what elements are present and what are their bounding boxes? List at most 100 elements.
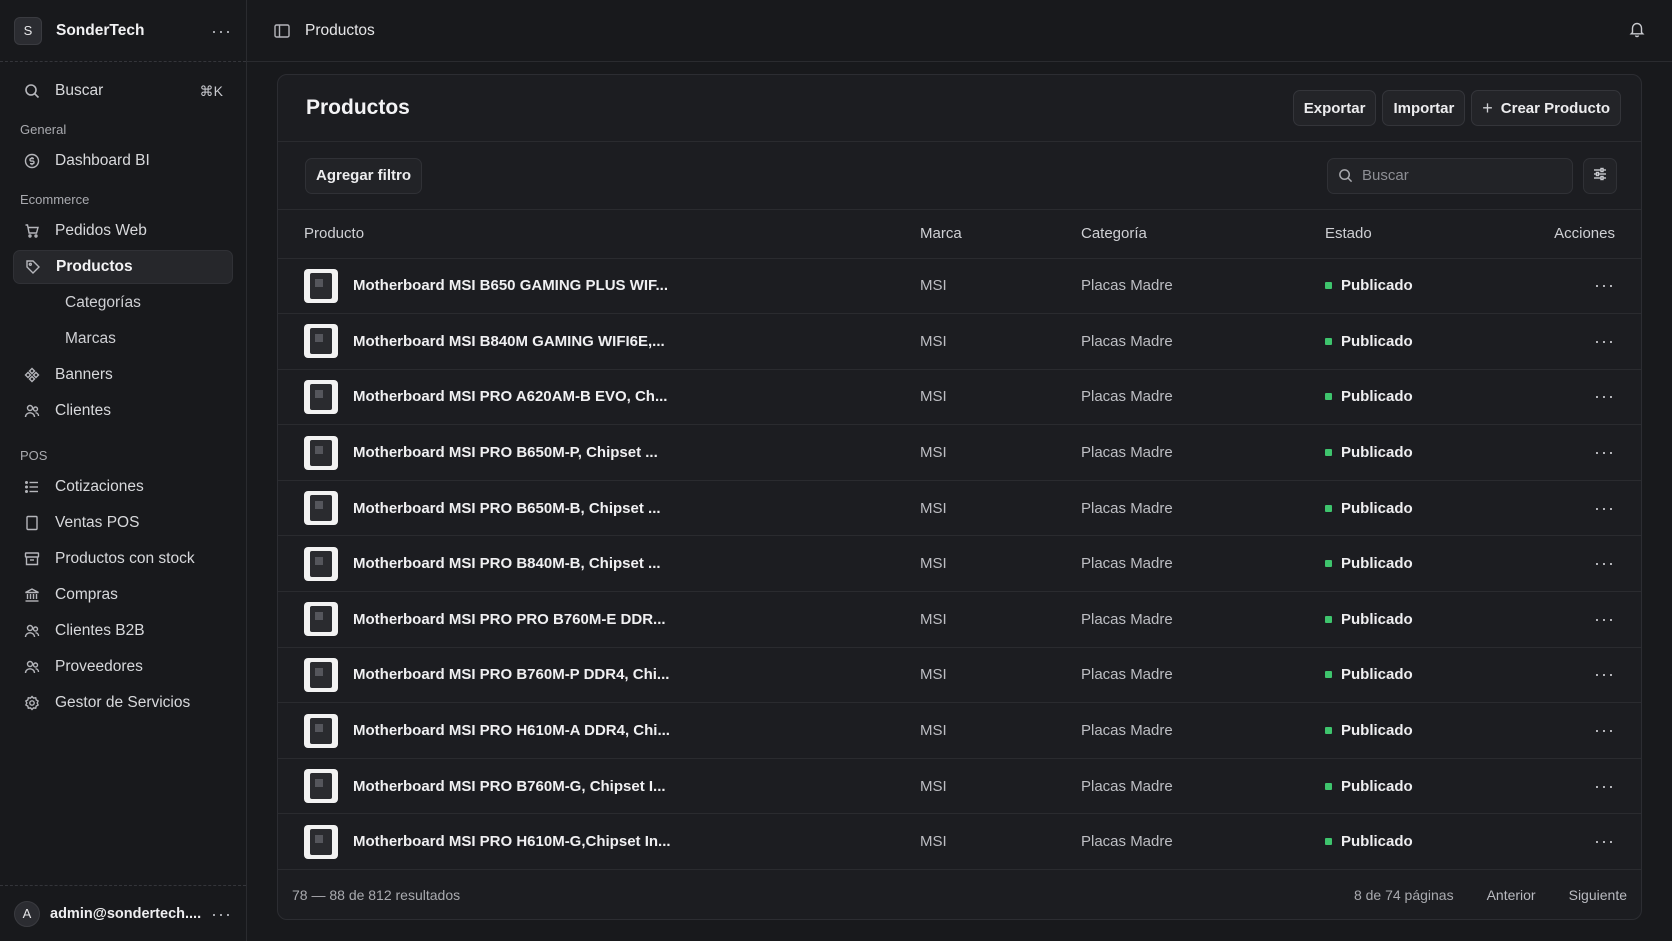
add-filter-button[interactable]: Agregar filtro [305,157,423,194]
cart-icon [23,222,41,240]
table-header-row: Producto Marca Categoría Estado Acciones [278,210,1641,259]
row-actions-icon[interactable]: ··· [1594,609,1615,629]
table-body: Motherboard MSI B650 GAMING PLUS WIF... M… [278,258,1641,871]
row-actions-icon[interactable]: ··· [1594,498,1615,518]
row-actions-icon[interactable]: ··· [1594,442,1615,462]
search-icon [23,82,41,100]
tag-icon [24,258,42,276]
table-row[interactable]: Motherboard MSI PRO B760M-G, Chipset I..… [278,758,1641,815]
product-name[interactable]: Motherboard MSI B840M GAMING WIFI6E,... [353,333,665,350]
status-badge: Publicado [1325,555,1515,572]
product-thumbnail [304,657,338,692]
sidebar-item-productos[interactable]: Productos [13,250,233,284]
product-thumbnail [304,435,338,470]
sidebar-search[interactable]: Buscar ⌘K [13,74,233,108]
table-row[interactable]: Motherboard MSI PRO B650M-B, Chipset ...… [278,480,1641,537]
row-actions-icon[interactable]: ··· [1594,553,1615,573]
search-box [1327,157,1573,194]
motherboard-image [310,328,332,355]
sidebar-item-marcas[interactable]: Marcas [13,322,233,356]
product-name[interactable]: Motherboard MSI PRO B650M-P, Chipset ... [353,444,658,461]
workspace-switcher[interactable]: S SonderTech ··· [0,0,246,62]
table-row[interactable]: Motherboard MSI PRO H610M-G,Chipset In..… [278,813,1641,871]
sidebar-item-dashboard[interactable]: Dashboard BI [13,144,233,178]
sidebar-item-clientes[interactable]: Clientes [13,394,233,428]
bell-icon[interactable] [1628,20,1646,42]
search-input[interactable] [1362,167,1552,184]
column-producto[interactable]: Producto [278,210,920,259]
product-name[interactable]: Motherboard MSI PRO B650M-B, Chipset ... [353,500,661,517]
status-label: Publicado [1341,666,1413,684]
status-badge: Publicado [1325,277,1515,294]
table-row[interactable]: Motherboard MSI PRO PRO B760M-E DDR... MS… [278,591,1641,648]
user-menu[interactable]: A admin@sondertech.... ··· [0,885,246,941]
table-row[interactable]: Motherboard MSI B840M GAMING WIFI6E,... M… [278,313,1641,370]
status-dot [1325,282,1332,290]
product-name[interactable]: Motherboard MSI PRO B760M-P DDR4, Chi... [353,666,669,683]
sidebar-item-ventas[interactable]: Ventas POS [13,506,233,540]
status-badge: Publicado [1325,611,1515,628]
sidebar-item-categorias[interactable]: Categorías [13,286,233,320]
table-row[interactable]: Motherboard MSI PRO H610M-A DDR4, Chi...… [278,702,1641,759]
row-actions-icon[interactable]: ··· [1594,776,1615,796]
status-badge: Publicado [1325,778,1515,795]
results-count: 78 — 88 de 812 resultados [292,887,461,903]
table-row[interactable]: Motherboard MSI PRO B760M-P DDR4, Chi...… [278,647,1641,704]
sidebar: S SonderTech ··· Buscar ⌘K General Dashb… [0,0,247,941]
row-actions-icon[interactable]: ··· [1594,720,1615,740]
import-button[interactable]: Importar [1382,90,1466,126]
table-row[interactable]: Motherboard MSI B650 GAMING PLUS WIF... M… [278,258,1641,315]
product-thumbnail [304,546,338,581]
product-name[interactable]: Motherboard MSI PRO A620AM-B EVO, Ch... [353,388,667,405]
app: S SonderTech ··· Buscar ⌘K General Dashb… [0,0,1672,941]
sidebar-item-cotizaciones[interactable]: Cotizaciones [13,470,233,504]
view-settings-button[interactable] [1583,157,1617,194]
sidebar-item-proveedores[interactable]: Proveedores [13,650,233,684]
next-page-button[interactable]: Siguiente [1569,887,1627,903]
product-name[interactable]: Motherboard MSI PRO PRO B760M-E DDR... [353,611,666,628]
motherboard-image [310,828,332,855]
table-row[interactable]: Motherboard MSI PRO A620AM-B EVO, Ch... M… [278,369,1641,426]
product-name[interactable]: Motherboard MSI PRO B840M-B, Chipset ... [353,555,661,572]
status-badge: Publicado [1325,666,1515,683]
user-menu-icon[interactable]: ··· [211,905,232,923]
product-name[interactable]: Motherboard MSI B650 GAMING PLUS WIF... [353,277,668,294]
row-actions-icon[interactable]: ··· [1594,275,1615,295]
product-name[interactable]: Motherboard MSI PRO H610M-A DDR4, Chi... [353,722,670,739]
status-label: Publicado [1341,499,1413,517]
column-categoria[interactable]: Categoría [1081,210,1325,259]
product-brand: MSI [920,758,1081,815]
status-dot [1325,560,1332,568]
row-actions-icon[interactable]: ··· [1594,831,1615,851]
sidebar-item-b2b[interactable]: Clientes B2B [13,614,233,648]
column-marca[interactable]: Marca [920,210,1081,259]
row-actions-icon[interactable]: ··· [1594,664,1615,684]
export-button[interactable]: Exportar [1292,90,1377,126]
sidebar-item-pedidos[interactable]: Pedidos Web [13,214,233,248]
archive-icon [23,550,41,568]
product-thumbnail [304,824,338,859]
workspace-menu-icon[interactable]: ··· [211,22,232,40]
sliders-icon [1592,166,1608,186]
product-name[interactable]: Motherboard MSI PRO B760M-G, Chipset I..… [353,778,666,795]
prev-page-button[interactable]: Anterior [1487,887,1536,903]
sidebar-toggle-icon[interactable] [273,22,291,40]
create-product-button[interactable]: + Crear Producto [1471,90,1621,126]
avatar: A [14,900,40,927]
sidebar-item-servicios[interactable]: Gestor de Servicios [13,686,233,720]
table-row[interactable]: Motherboard MSI PRO B840M-B, Chipset ...… [278,535,1641,593]
table-row[interactable]: Motherboard MSI PRO B650M-P, Chipset ...… [278,424,1641,481]
product-thumbnail [304,379,338,414]
product-name[interactable]: Motherboard MSI PRO H610M-G,Chipset In..… [353,833,671,850]
section-pos: POS [20,447,48,463]
sidebar-item-compras[interactable]: Compras [13,578,233,612]
panel-header: Productos Exportar Importar + Crear Prod… [278,75,1641,142]
sidebar-item-banners[interactable]: Banners [13,358,233,392]
status-label: Publicado [1341,555,1413,573]
row-actions-icon[interactable]: ··· [1594,331,1615,351]
column-estado[interactable]: Estado [1325,210,1515,259]
status-label: Publicado [1341,444,1413,462]
product-category: Placas Madre [1081,424,1325,481]
sidebar-item-stock[interactable]: Productos con stock [13,542,233,576]
row-actions-icon[interactable]: ··· [1594,386,1615,406]
